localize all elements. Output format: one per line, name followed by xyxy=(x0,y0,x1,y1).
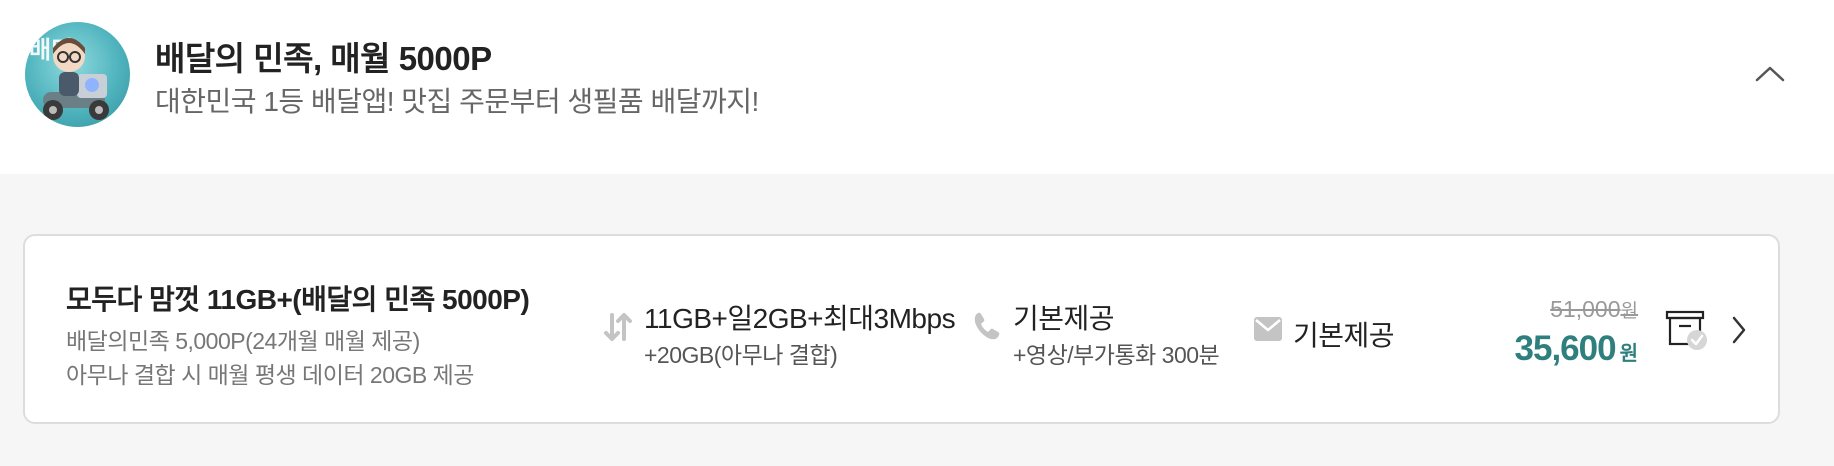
plan-card[interactable]: 모두다 맘껏 11GB+(배달의 민족 5000P) 배달의민족 5,000P(… xyxy=(23,234,1780,424)
original-price: 51,000원 xyxy=(1550,296,1638,323)
data-allowance: 11GB+일2GB+최대3Mbps xyxy=(644,303,956,334)
current-price-value: 35,600 xyxy=(1514,329,1617,368)
envelope-icon xyxy=(1254,317,1282,341)
original-price-value: 51,000 xyxy=(1550,296,1621,322)
sms-allowance: 기본제공 xyxy=(1293,320,1395,351)
plan-benefit-line: 배달의민족 5,000P(24개월 매월 제공) xyxy=(66,328,420,354)
voice-allowance: 기본제공 xyxy=(1013,303,1115,334)
brand-subtitle: 대한민국 1등 배달앱! 맛집 주문부터 생필품 배달까지! xyxy=(155,86,759,117)
current-price: 35,600 원 xyxy=(1515,329,1638,369)
data-transfer-icon xyxy=(604,313,632,341)
current-price-unit: 원 xyxy=(1619,343,1638,365)
chevron-up-icon xyxy=(1755,66,1785,82)
compare-box-check-icon[interactable] xyxy=(1665,308,1709,352)
collapse-button[interactable] xyxy=(1746,50,1794,98)
plan-group-header: 배민 배달의 민족, 매월 5000P 대한민국 1등 배달앱! 맛집 주문부터… xyxy=(0,0,1834,174)
plan-benefit-line: 아무나 결합 시 매월 평생 데이터 20GB 제공 xyxy=(66,362,474,388)
data-bonus: +20GB(아무나 결합) xyxy=(644,342,838,368)
brand-title: 배달의 민족, 매월 5000P xyxy=(155,40,492,77)
phone-icon xyxy=(974,312,1000,340)
plan-name: 모두다 맘껏 11GB+(배달의 민족 5000P) xyxy=(66,284,530,315)
chevron-right-icon[interactable] xyxy=(1727,312,1751,348)
voice-extra: +영상/부가통화 300분 xyxy=(1013,342,1220,368)
delivery-rider-avatar-icon: 배민 xyxy=(25,22,130,127)
original-price-unit: 원 xyxy=(1620,301,1638,322)
